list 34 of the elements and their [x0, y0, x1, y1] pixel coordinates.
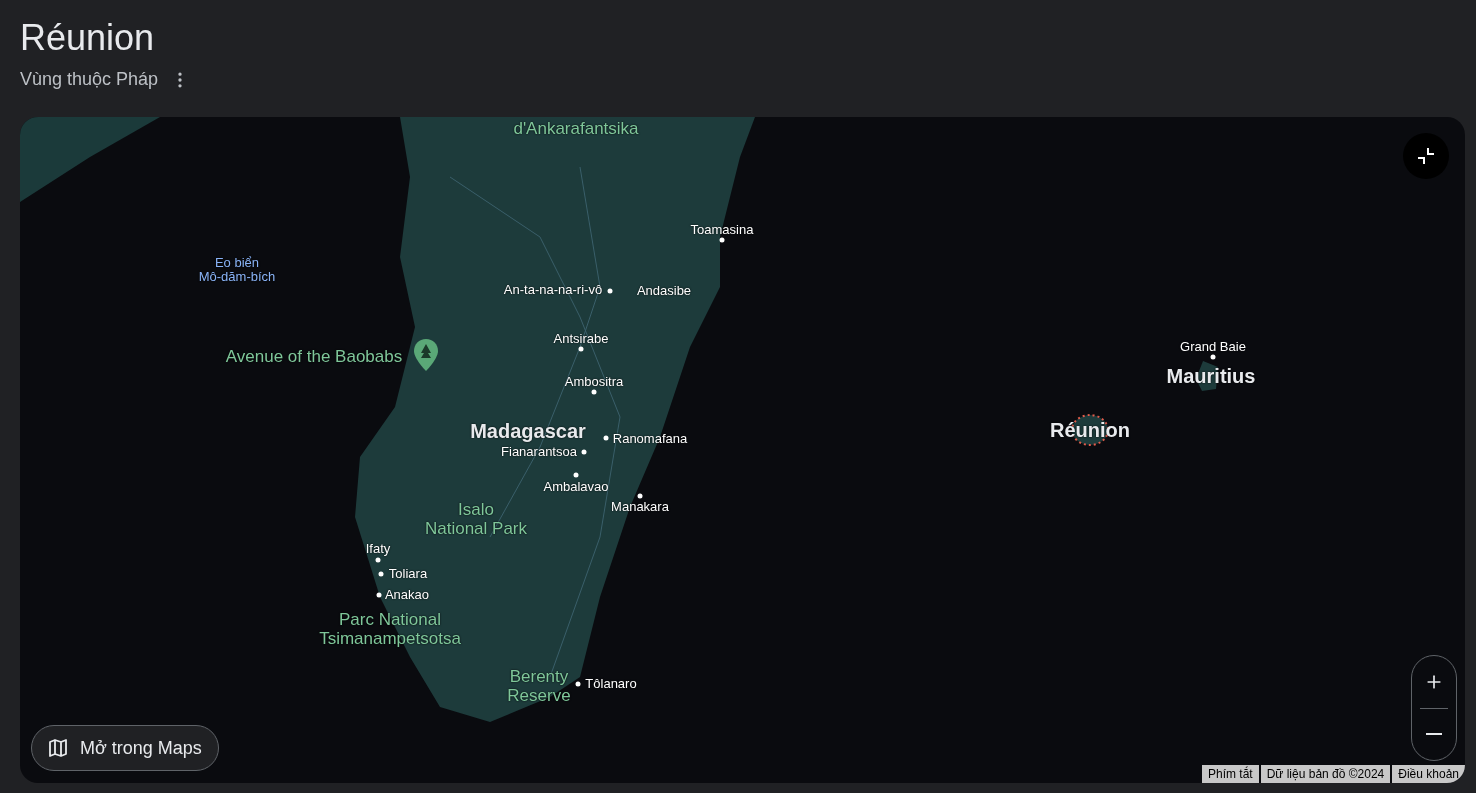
- attribution-link[interactable]: Điều khoản: [1392, 765, 1465, 783]
- map-label: Antsirabe: [553, 331, 609, 347]
- tree-pin-icon[interactable]: [414, 339, 438, 371]
- map-label: Parc National Tsimanampetsotsa: [319, 611, 461, 649]
- map-label: Réunion: [1050, 419, 1130, 441]
- map-label: Madagascar: [470, 420, 586, 442]
- map-label: Ifaty: [365, 541, 391, 557]
- map-label: Ranomafana: [612, 431, 688, 447]
- attribution-link[interactable]: Phím tắt: [1201, 765, 1259, 783]
- map-label: d'Ankarafantsika: [513, 119, 639, 139]
- map-icon: [48, 738, 68, 758]
- map-label: Fianarantsoa: [501, 444, 577, 460]
- map-label: Manakara: [611, 499, 669, 515]
- map-label: Grand Baie: [1180, 339, 1246, 355]
- map-label: Ambositra: [564, 374, 624, 390]
- map-label: Eo biển Mô-dăm-bích: [198, 255, 276, 285]
- map-label: Tôlanaro: [585, 676, 637, 692]
- map-label: Isalo National Park: [424, 501, 528, 539]
- map-label: Anakao: [384, 587, 430, 603]
- place-title: Réunion: [20, 16, 156, 60]
- attribution-link[interactable]: Dữ liệu bản đồ ©2024: [1260, 765, 1391, 783]
- collapse-icon: [1416, 146, 1436, 166]
- map-label: Ambalavao: [543, 479, 609, 495]
- map-label: Toamasina: [690, 222, 754, 238]
- map-label: An-ta-na-na-ri-vô: [503, 282, 603, 298]
- map-label: Toliara: [388, 566, 428, 582]
- open-in-maps-button[interactable]: Mở trong Maps: [31, 725, 219, 771]
- map-label: Berenty Reserve: [507, 668, 571, 706]
- exit-fullscreen-button[interactable]: [1403, 133, 1449, 179]
- map-label: Mauritius: [1166, 365, 1256, 387]
- map-label: Avenue of the Baobabs: [225, 347, 403, 367]
- zoom-out-icon: [1426, 733, 1442, 736]
- place-subtitle: Vùng thuộc Pháp: [20, 68, 159, 91]
- map-label: Andasibe: [636, 283, 692, 299]
